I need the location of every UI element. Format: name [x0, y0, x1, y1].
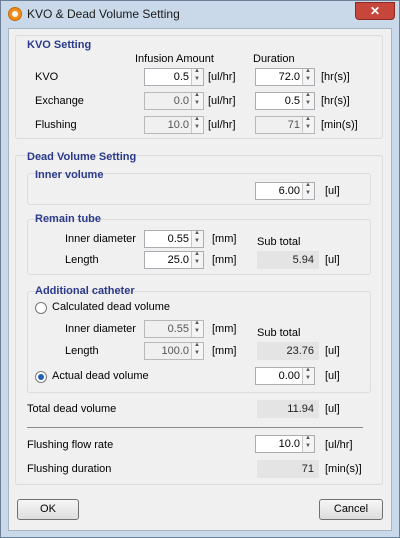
app-icon [8, 7, 22, 21]
dead-volume-title: Dead Volume Setting [27, 151, 137, 163]
calculated-dead-volume-label[interactable]: Calculated dead volume [52, 301, 170, 313]
spin-arrows-icon[interactable] [302, 182, 314, 199]
exchange-duration-stepper[interactable]: 0.5 [255, 92, 315, 110]
additional-subtotal-label: Sub total [257, 327, 301, 339]
remain-length-label: Length [65, 254, 99, 266]
spin-arrows-icon[interactable] [191, 68, 203, 85]
additional-catheter-title: Additional catheter [35, 285, 135, 297]
flushing-flow-rate-stepper[interactable]: 10.0 [255, 435, 315, 453]
additional-length-unit: [mm] [212, 345, 237, 357]
exchange-duration-value: 0.5 [284, 95, 300, 107]
spin-arrows-icon[interactable] [302, 435, 314, 452]
calculated-dead-volume-radio[interactable] [35, 302, 47, 314]
flushing-flow-rate-unit: [ul/hr] [325, 439, 353, 451]
additional-length-value: 100.0 [161, 345, 189, 357]
remain-subtotal-value: 5.94 [292, 254, 314, 266]
infusion-amount-header: Infusion Amount [135, 53, 214, 65]
exchange-label: Exchange [35, 95, 84, 107]
actual-dead-volume-value: 0.00 [278, 370, 300, 382]
flushing-flow-rate-value: 10.0 [278, 438, 300, 450]
flushing-infusion-value: 10.0 [167, 119, 189, 131]
ok-button[interactable]: OK [17, 499, 79, 520]
flushing-duration-unit2: [min(s)] [325, 463, 362, 475]
spin-arrows-icon[interactable] [191, 230, 203, 247]
title-bar[interactable]: KVO & Dead Volume Setting ✕ [1, 1, 399, 27]
remain-tube-title: Remain tube [35, 213, 102, 225]
remain-subtotal-unit: [ul] [325, 254, 340, 266]
dialog-window: KVO & Dead Volume Setting ✕ KVO Setting … [0, 0, 400, 538]
actual-dead-volume-label[interactable]: Actual dead volume [52, 370, 149, 382]
inner-volume-stepper[interactable]: 6.00 [255, 182, 315, 200]
actual-dead-volume-radio[interactable] [35, 371, 47, 383]
spin-arrows-icon[interactable] [302, 92, 314, 109]
flushing-infusion-unit: [ul/hr] [208, 119, 236, 131]
flushing-infusion-stepper: 10.0 [144, 116, 204, 134]
inner-volume-unit: [ul] [325, 185, 340, 197]
total-dead-volume-unit: [ul] [325, 403, 340, 415]
flushing-flow-rate-label: Flushing flow rate [27, 439, 114, 451]
actual-dead-volume-unit: [ul] [325, 370, 340, 382]
spin-arrows-icon [191, 92, 203, 109]
divider [27, 427, 363, 428]
inner-volume-title: Inner volume [35, 169, 104, 181]
spin-arrows-icon[interactable] [191, 251, 203, 268]
flushing-duration-field: 71 [257, 460, 319, 478]
spin-arrows-icon [191, 116, 203, 133]
total-dead-volume-field: 11.94 [257, 400, 319, 418]
remain-subtotal-label: Sub total [257, 236, 301, 248]
duration-header: Duration [253, 53, 295, 65]
flushing-label: Flushing [35, 119, 77, 131]
inner-volume-value: 6.00 [278, 185, 300, 197]
flushing-duration-stepper: 71 [255, 116, 315, 134]
remain-diameter-value: 0.55 [167, 233, 189, 245]
spin-arrows-icon[interactable] [302, 68, 314, 85]
exchange-infusion-value: 0.0 [173, 95, 189, 107]
kvo-setting-title: KVO Setting [27, 39, 92, 51]
kvo-infusion-stepper[interactable]: 0.5 [144, 68, 204, 86]
additional-length-stepper: 100.0 [144, 342, 204, 360]
additional-diameter-unit: [mm] [212, 323, 237, 335]
flushing-duration-value2: 71 [301, 463, 314, 475]
remain-subtotal-field: 5.94 [257, 251, 319, 269]
window-title: KVO & Dead Volume Setting [27, 7, 180, 21]
additional-length-label: Length [65, 345, 99, 357]
kvo-duration-unit: [hr(s)] [321, 71, 350, 83]
dialog-body: KVO Setting Infusion Amount Duration KVO… [8, 28, 392, 531]
kvo-infusion-value: 0.5 [173, 71, 189, 83]
remain-diameter-label: Inner diameter [65, 233, 136, 245]
remain-length-unit: [mm] [212, 254, 237, 266]
remain-diameter-stepper[interactable]: 0.55 [144, 230, 204, 248]
actual-dead-volume-stepper[interactable]: 0.00 [255, 367, 315, 385]
additional-diameter-stepper: 0.55 [144, 320, 204, 338]
flushing-duration-value: 71 [287, 119, 300, 131]
cancel-button[interactable]: Cancel [319, 499, 383, 520]
close-button[interactable]: ✕ [355, 2, 395, 20]
spin-arrows-icon[interactable] [302, 367, 314, 384]
kvo-infusion-unit: [ul/hr] [208, 71, 236, 83]
remain-length-value: 25.0 [167, 254, 189, 266]
additional-subtotal-unit: [ul] [325, 345, 340, 357]
additional-subtotal-value: 23.76 [286, 345, 314, 357]
additional-subtotal-field: 23.76 [257, 342, 319, 360]
kvo-duration-value: 72.0 [278, 71, 300, 83]
flushing-duration-label: Flushing duration [27, 463, 112, 475]
kvo-duration-stepper[interactable]: 72.0 [255, 68, 315, 86]
spin-arrows-icon [191, 342, 203, 359]
exchange-infusion-unit: [ul/hr] [208, 95, 236, 107]
flushing-duration-unit: [min(s)] [321, 119, 358, 131]
kvo-label: KVO [35, 71, 59, 83]
additional-diameter-value: 0.55 [167, 323, 189, 335]
remain-diameter-unit: [mm] [212, 233, 237, 245]
total-dead-volume-value: 11.94 [287, 403, 314, 415]
additional-diameter-label: Inner diameter [65, 323, 136, 335]
spin-arrows-icon [302, 116, 314, 133]
total-dead-volume-label: Total dead volume [27, 403, 117, 415]
exchange-duration-unit: [hr(s)] [321, 95, 350, 107]
remain-length-stepper[interactable]: 25.0 [144, 251, 204, 269]
exchange-infusion-stepper: 0.0 [144, 92, 204, 110]
spin-arrows-icon [191, 320, 203, 337]
